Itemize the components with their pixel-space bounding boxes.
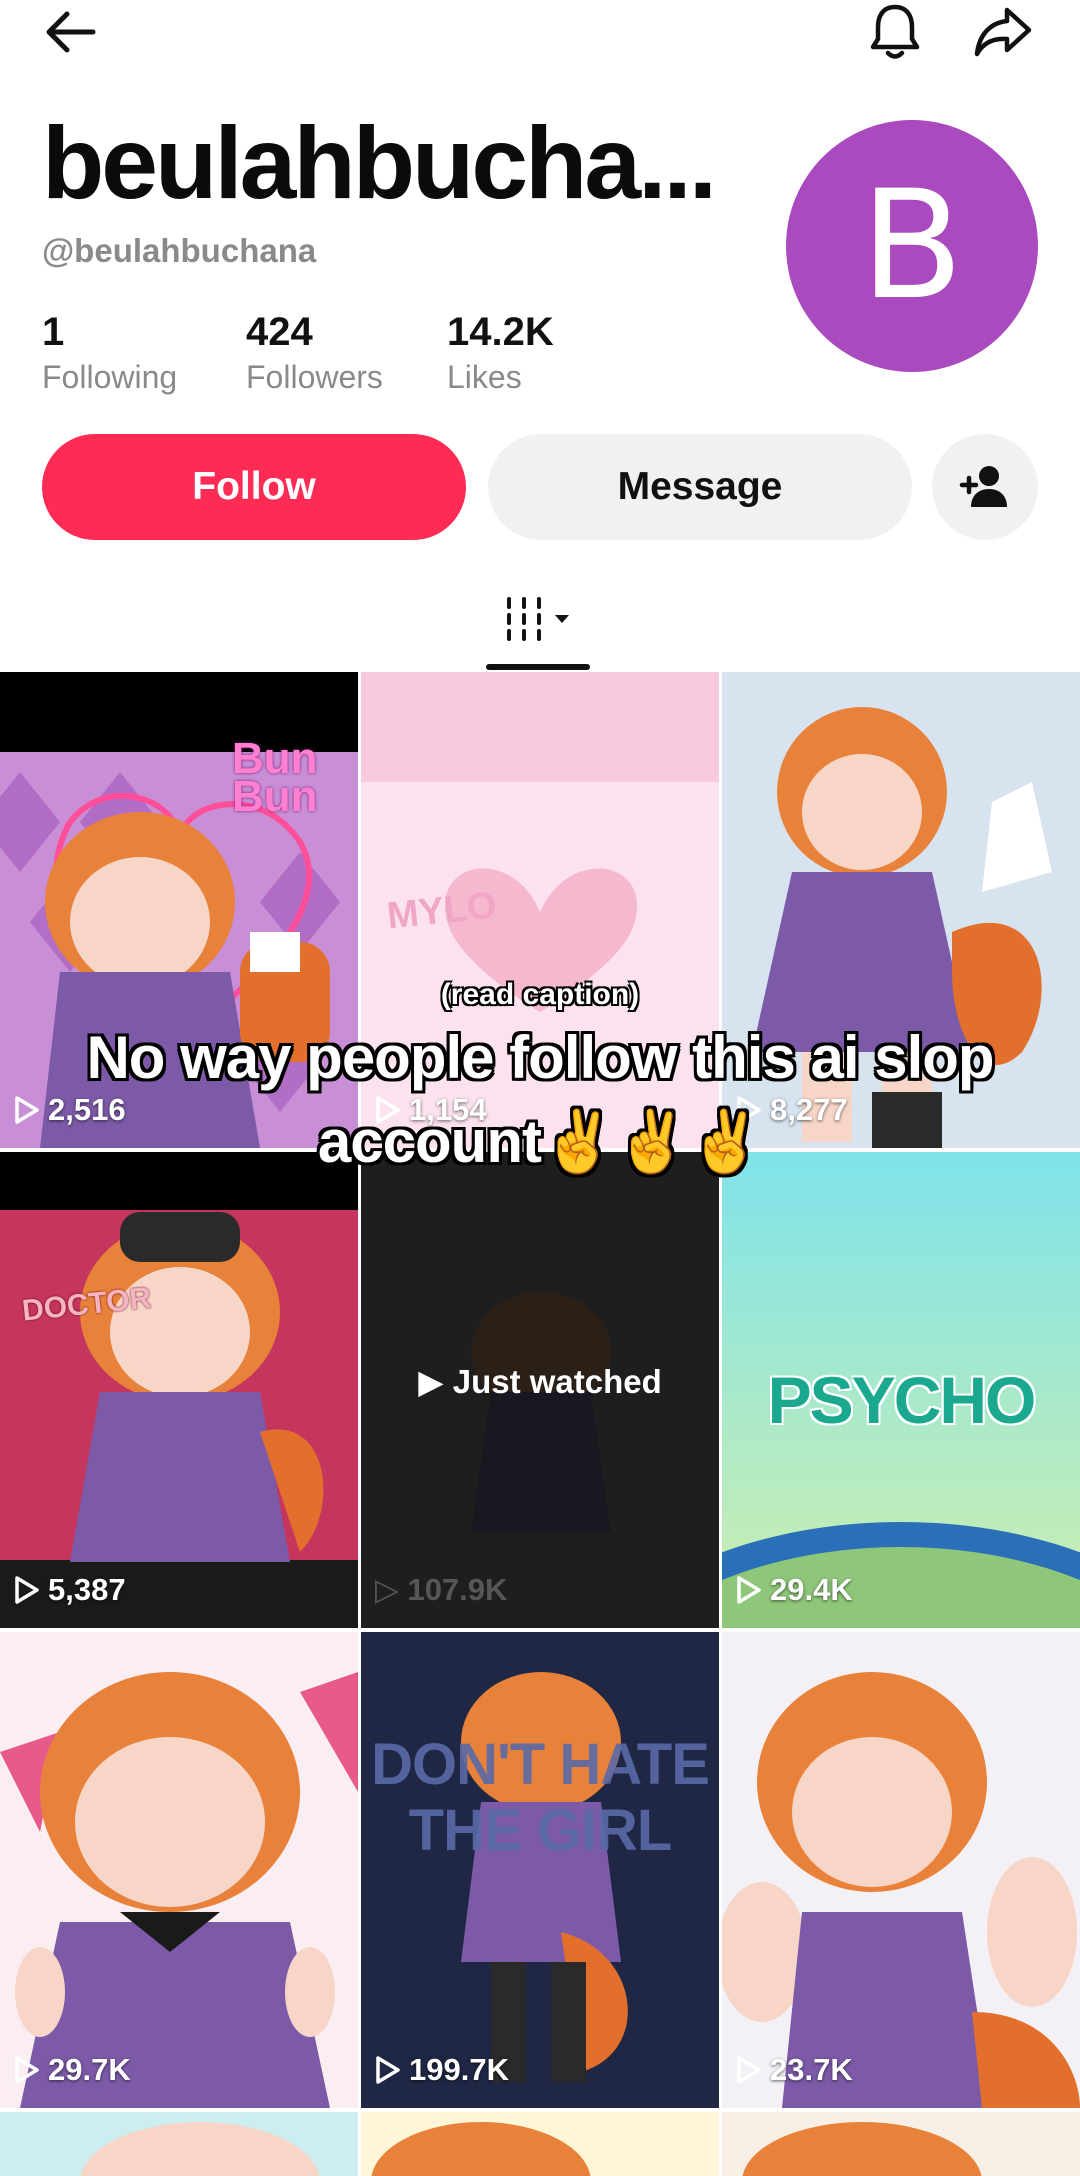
play-icon — [15, 1576, 39, 1604]
video-art-label: Bun Bun — [232, 734, 318, 821]
share-icon[interactable] — [968, 0, 1038, 64]
following-label: Following — [42, 359, 178, 395]
tab-videos[interactable] — [500, 590, 580, 650]
add-friend-button[interactable] — [932, 434, 1038, 540]
caption-main: No way people follow this ai slop accoun… — [86, 1024, 994, 1175]
video-tile[interactable]: 29.7K — [0, 1632, 358, 2108]
video-art-label: DON'T HATE THE GIRL — [371, 1732, 710, 1863]
video-view-count: ▷ 107.9K — [375, 1572, 508, 1607]
video-tile[interactable]: ▶ Just watched ▷ 107.9K — [361, 1152, 719, 1628]
likes-count: 14.2K — [447, 310, 554, 354]
avatar-letter: B — [860, 159, 964, 333]
video-view-count: 23.7K — [736, 2052, 853, 2088]
video-tile[interactable]: PSYCHO 29.4K — [722, 1152, 1080, 1628]
follow-button[interactable]: Follow — [42, 434, 466, 540]
play-icon — [376, 2056, 400, 2084]
followers-label: Followers — [246, 359, 383, 395]
message-button[interactable]: Message — [488, 434, 912, 540]
video-grid: Bun Bun 2,516 MYLO 1,154 8,277 DOCTOR 5,… — [0, 672, 1080, 2176]
video-tile[interactable] — [361, 2112, 719, 2176]
play-icon — [15, 2056, 39, 2084]
video-tile[interactable]: DON'T HATE THE GIRL 199.7K — [361, 1632, 719, 2108]
play-icon — [737, 1576, 761, 1604]
just-watched-label: ▶ Just watched — [418, 1363, 662, 1400]
profile-handle: @beulahbuchana — [42, 232, 317, 269]
video-tile[interactable] — [0, 2112, 358, 2176]
followers-count: 424 — [246, 310, 313, 354]
video-tile[interactable] — [722, 2112, 1080, 2176]
tab-bar — [0, 580, 1080, 672]
stat-following[interactable]: 1 Following — [42, 310, 177, 396]
top-bar — [0, 0, 1080, 70]
stat-likes: 14.2K Likes — [447, 310, 554, 396]
likes-label: Likes — [447, 359, 522, 395]
play-icon — [15, 1096, 39, 1124]
avatar[interactable]: B — [786, 120, 1038, 372]
following-count: 1 — [42, 310, 65, 354]
video-view-count: 5,387 — [14, 1572, 126, 1608]
play-icon — [737, 2056, 761, 2084]
caption-small: (read caption) — [440, 978, 640, 1011]
video-tile[interactable]: DOCTOR 5,387 — [0, 1152, 358, 1628]
profile-display-name: beulahbucha... — [42, 106, 717, 220]
grid-icon — [507, 597, 569, 641]
video-view-count: 29.7K — [14, 2052, 131, 2088]
tab-active-indicator — [486, 664, 590, 670]
video-tile[interactable]: 23.7K — [722, 1632, 1080, 2108]
add-user-icon — [959, 466, 1007, 507]
video-art-label: PSYCHO — [767, 1363, 1037, 1437]
back-arrow-icon[interactable] — [34, 0, 104, 64]
video-view-count: 199.7K — [375, 2052, 509, 2088]
stat-followers[interactable]: 424 Followers — [246, 310, 383, 396]
video-view-count: 29.4K — [736, 1572, 853, 1608]
bell-icon[interactable] — [860, 0, 930, 64]
